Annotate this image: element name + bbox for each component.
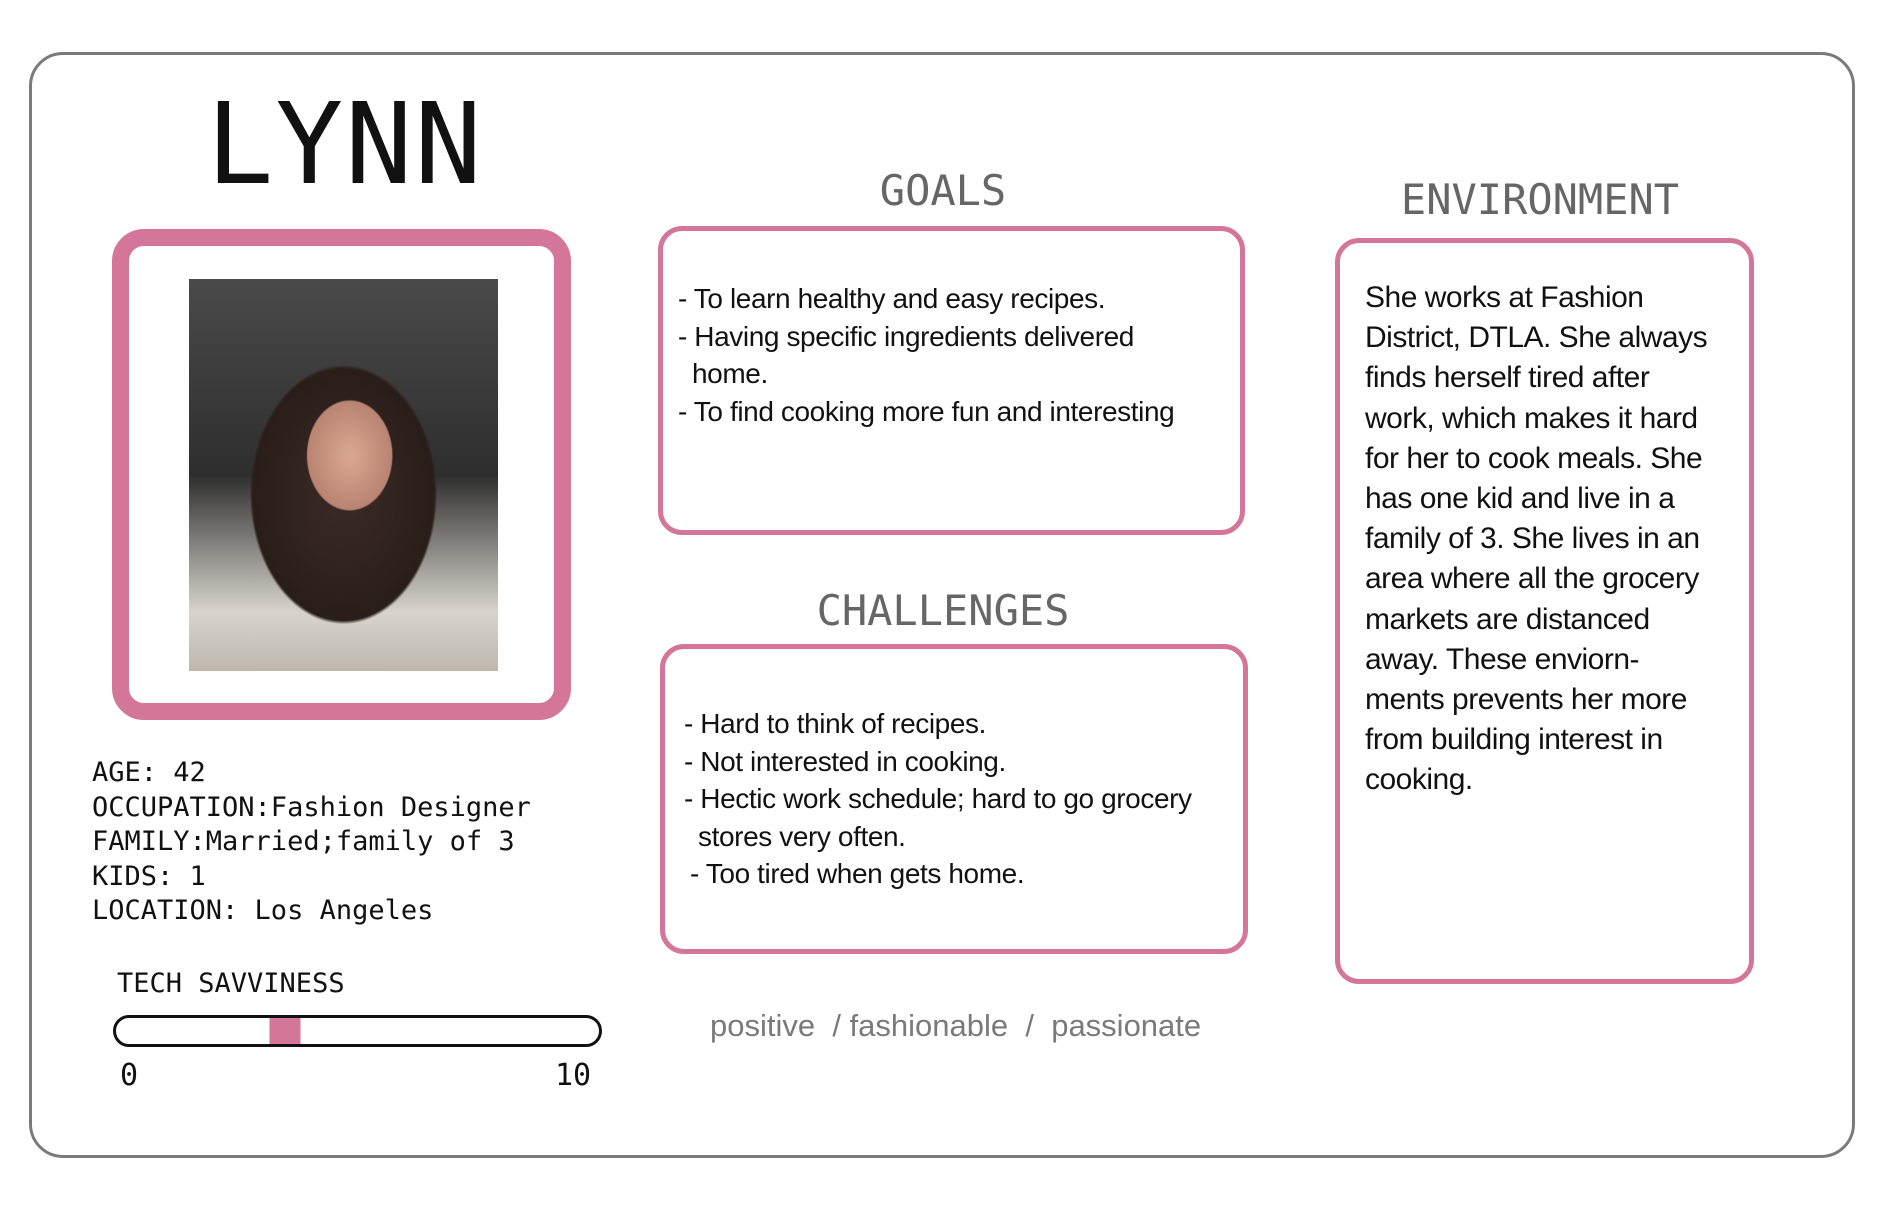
challenge-item: - Hard to think of recipes. <box>684 708 986 739</box>
info-kids: KIDS: 1 <box>92 860 206 892</box>
slider-thumb <box>269 1018 301 1044</box>
persona-info: AGE: 42 OCCUPATION:Fashion Designer FAMILY… <box>92 756 531 929</box>
info-occupation: OCCUPATION:Fashion Designer <box>92 791 531 823</box>
env-line: cooking. <box>1365 763 1473 797</box>
challenge-item: stores very often. <box>698 820 906 852</box>
env-line: away. These enviorn- <box>1365 642 1640 676</box>
env-line: work, which makes it hard <box>1365 401 1698 435</box>
environment-text: She works at Fashion District, DTLA. She… <box>1365 278 1745 801</box>
env-line: markets are distanced <box>1365 602 1650 636</box>
env-line: area where all the grocery <box>1365 562 1699 596</box>
challenge-item: - Too tired when gets home. <box>690 858 1025 889</box>
goals-title: GOALS <box>879 166 1007 215</box>
env-line: family of 3. She lives in an <box>1365 522 1700 556</box>
info-location: LOCATION: Los Angeles <box>92 895 434 926</box>
persona-name: LYNN <box>206 80 484 210</box>
challenges-title: CHALLENGES <box>816 586 1070 635</box>
info-age: AGE: 42 <box>92 757 206 788</box>
environment-title: ENVIRONMENT <box>1400 175 1680 224</box>
env-line: District, DTLA. She always <box>1365 321 1708 355</box>
env-line: from building interest in <box>1365 723 1663 757</box>
personality-traits: positive / fashionable / passionate <box>710 1008 1202 1043</box>
goal-item: - To learn healthy and easy recipes. <box>678 283 1106 314</box>
env-line: She works at Fashion <box>1365 281 1644 314</box>
goal-item: home. <box>692 358 768 389</box>
goals-list: - To learn healthy and easy recipes. - H… <box>678 280 1175 430</box>
goal-item: - To find cooking more fun and interesti… <box>678 395 1175 427</box>
challenge-item: - Not interested in cooking. <box>684 745 1006 777</box>
env-line: for her to cook meals. She <box>1365 441 1703 475</box>
challenge-item: - Hectic work schedule; hard to go groce… <box>684 783 1192 814</box>
goal-item: - Having specific ingredients delivered <box>678 320 1134 352</box>
slider-max-label: 10 <box>555 1058 592 1093</box>
persona-photo <box>189 279 498 671</box>
env-line: has one kid and live in a <box>1365 482 1675 516</box>
slider-min-label: 0 <box>120 1058 139 1093</box>
tech-savviness-label: TECH SAVVINESS <box>117 968 345 999</box>
env-line: ments prevents her more <box>1365 683 1687 717</box>
tech-savviness-slider <box>113 1015 602 1047</box>
env-line: finds herself tired after <box>1365 361 1650 395</box>
info-family: FAMILY:Married;family of 3 <box>92 826 515 857</box>
challenges-list: - Hard to think of recipes. - Not intere… <box>684 705 1192 893</box>
